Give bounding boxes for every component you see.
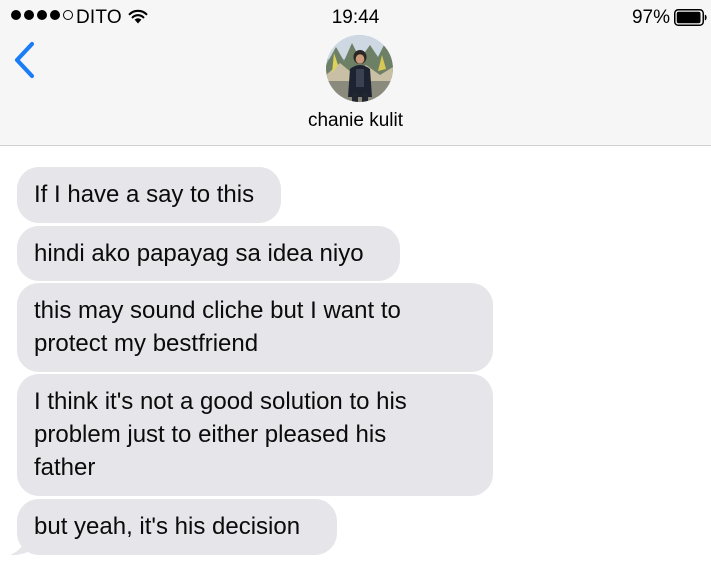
message-bubble[interactable]: hindi ako papayag sa idea niyo <box>17 226 400 281</box>
message-text: problem just to either pleased his <box>34 421 387 448</box>
message-text: this may sound cliche but I want to <box>34 297 401 324</box>
battery-percentage: 97% <box>631 7 670 28</box>
contact-avatar[interactable] <box>326 35 393 102</box>
messages-screen: DITO 19:44 97% chanie kulit If I have a … <box>0 0 711 565</box>
message-bubble[interactable]: but yeah, it's his decision <box>17 499 337 555</box>
message-text: father <box>34 454 96 481</box>
message-text: but yeah, it's his decision <box>34 513 301 540</box>
message-text: protect my bestfriend <box>34 330 259 357</box>
status-bar: DITO 19:44 97% <box>0 0 711 34</box>
status-time: 19:44 <box>331 7 380 28</box>
message-bubble[interactable]: If I have a say to this <box>17 167 281 223</box>
message-text: hindi ako papayag sa idea niyo <box>34 240 364 267</box>
conversation-header: DITO 19:44 97% chanie kulit <box>0 0 711 146</box>
battery-icon <box>674 9 707 26</box>
back-button[interactable] <box>11 40 39 80</box>
message-text: If I have a say to this <box>34 181 255 208</box>
message-bubble[interactable]: this may sound cliche but I want to prot… <box>17 283 493 372</box>
message-bubble[interactable]: I think it's not a good solution to his … <box>17 374 493 496</box>
contact-name[interactable]: chanie kulit <box>0 110 711 132</box>
message-thread: If I have a say to this hindi ako papaya… <box>0 146 711 565</box>
message-text: I think it's not a good solution to his <box>34 388 407 415</box>
